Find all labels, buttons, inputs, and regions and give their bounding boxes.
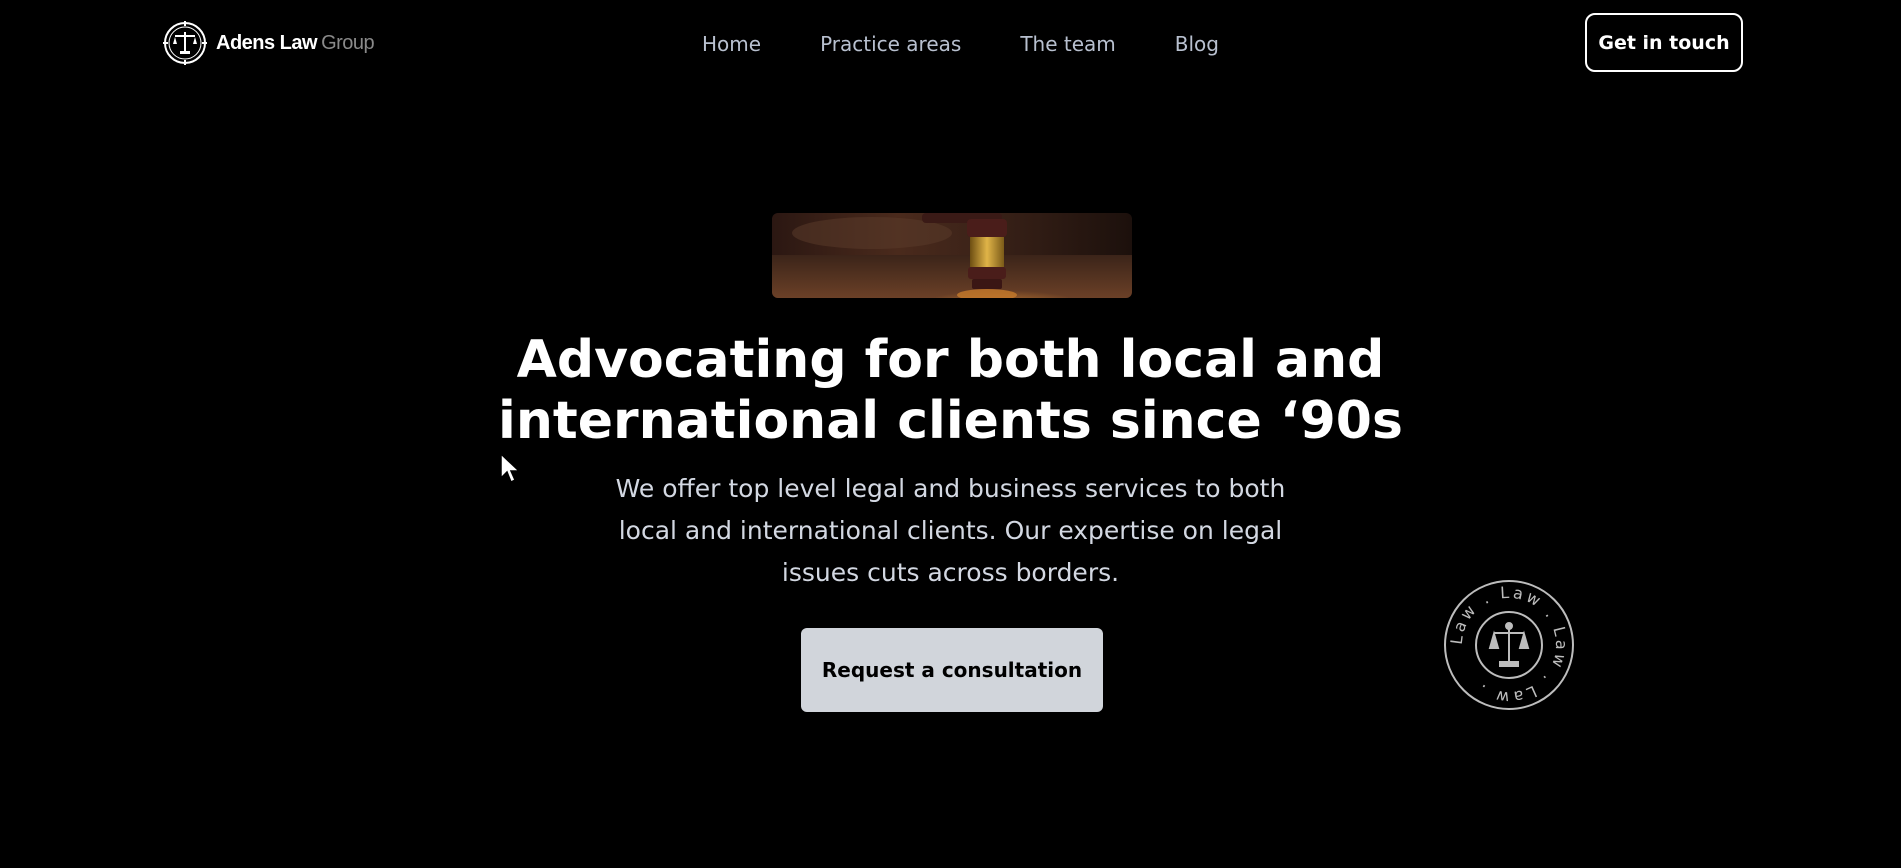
mouse-cursor-icon — [500, 453, 521, 484]
scales-logo-icon — [163, 21, 207, 65]
hero-title-line-1: Advocating for both local and — [516, 330, 1385, 390]
page: Adens Law Group Home Practice areas The t… — [0, 0, 1901, 868]
nav-practice-areas[interactable]: Practice areas — [820, 32, 961, 56]
get-in-touch-button[interactable]: Get in touch — [1585, 13, 1743, 72]
gavel-image — [772, 213, 1132, 298]
nav-the-team[interactable]: The team — [1020, 32, 1115, 56]
brand-name-strong: Adens Law — [216, 31, 318, 54]
main-nav: Home Practice areas The team Blog — [702, 32, 1219, 56]
scales-icon — [1488, 622, 1530, 667]
hero-title: Advocating for both local and internatio… — [450, 330, 1451, 452]
brand-name: Adens Law Group — [216, 31, 375, 55]
brand-logo[interactable]: Adens Law Group — [162, 20, 375, 66]
law-badge-icon: Law . Law . Law . Law . — [1444, 580, 1574, 710]
request-consultation-button[interactable]: Request a consultation — [801, 628, 1103, 712]
nav-blog[interactable]: Blog — [1175, 32, 1219, 56]
brand-name-suffix: Group — [321, 31, 375, 54]
nav-home[interactable]: Home — [702, 32, 761, 56]
hero-title-line-2: international clients since ‘90s — [498, 391, 1403, 451]
hero-subtitle: We offer top level legal and business se… — [615, 474, 1286, 587]
